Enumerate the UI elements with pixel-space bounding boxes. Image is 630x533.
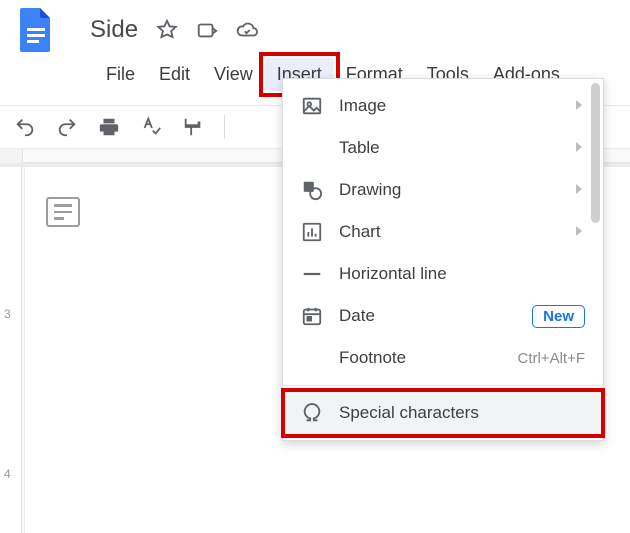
new-badge: New bbox=[532, 305, 585, 328]
menu-item-horizontal-line[interactable]: Horizontal line bbox=[283, 253, 603, 295]
menu-item-image[interactable]: Image bbox=[283, 85, 603, 127]
redo-button[interactable] bbox=[56, 116, 78, 138]
document-title[interactable]: Side bbox=[90, 16, 138, 44]
chart-icon bbox=[301, 221, 323, 243]
menu-item-chart[interactable]: Chart bbox=[283, 211, 603, 253]
menu-item-label: Horizontal line bbox=[339, 264, 585, 284]
drawing-icon bbox=[301, 179, 323, 201]
document-outline-button[interactable] bbox=[46, 197, 80, 227]
undo-button[interactable] bbox=[14, 116, 36, 138]
toolbar-divider bbox=[224, 115, 225, 139]
menu-item-footnote[interactable]: Footnote Ctrl+Alt+F bbox=[283, 337, 603, 379]
menu-item-table[interactable]: Table bbox=[283, 127, 603, 169]
spellcheck-button[interactable] bbox=[140, 116, 162, 138]
omega-icon bbox=[301, 402, 323, 424]
vertical-ruler[interactable]: 3 4 bbox=[0, 167, 22, 533]
print-button[interactable] bbox=[98, 116, 120, 138]
menu-item-label: Special characters bbox=[339, 403, 585, 423]
insert-dropdown: Image Table Drawing Chart Horizontal lin… bbox=[282, 78, 604, 441]
menu-item-label: Image bbox=[339, 96, 557, 116]
menu-item-label: Chart bbox=[339, 222, 557, 242]
move-icon[interactable] bbox=[196, 19, 218, 41]
title-area: Side bbox=[90, 16, 258, 44]
menu-view[interactable]: View bbox=[202, 58, 265, 91]
docs-logo[interactable] bbox=[18, 6, 54, 54]
menu-item-label: Footnote bbox=[339, 348, 501, 368]
header: Side bbox=[0, 0, 630, 54]
menu-item-drawing[interactable]: Drawing bbox=[283, 169, 603, 211]
menu-divider bbox=[283, 385, 603, 386]
star-icon[interactable] bbox=[156, 19, 178, 41]
menu-item-special-characters[interactable]: Special characters bbox=[283, 392, 603, 434]
submenu-arrow-icon bbox=[573, 180, 585, 200]
menu-file[interactable]: File bbox=[94, 58, 147, 91]
menu-edit[interactable]: Edit bbox=[147, 58, 202, 91]
horizontal-line-icon bbox=[301, 263, 323, 285]
ruler-mark: 3 bbox=[4, 307, 11, 321]
submenu-arrow-icon bbox=[573, 138, 585, 158]
menu-item-label: Drawing bbox=[339, 180, 557, 200]
submenu-arrow-icon bbox=[573, 96, 585, 116]
calendar-icon bbox=[301, 305, 323, 327]
menu-item-date[interactable]: Date New bbox=[283, 295, 603, 337]
menu-item-label: Date bbox=[339, 306, 516, 326]
paint-format-button[interactable] bbox=[182, 116, 204, 138]
submenu-arrow-icon bbox=[573, 222, 585, 242]
cloud-status-icon[interactable] bbox=[236, 19, 258, 41]
ruler-mark: 4 bbox=[4, 467, 11, 481]
menu-shortcut: Ctrl+Alt+F bbox=[517, 350, 585, 367]
menu-item-label: Table bbox=[339, 138, 557, 158]
image-icon bbox=[301, 95, 323, 117]
